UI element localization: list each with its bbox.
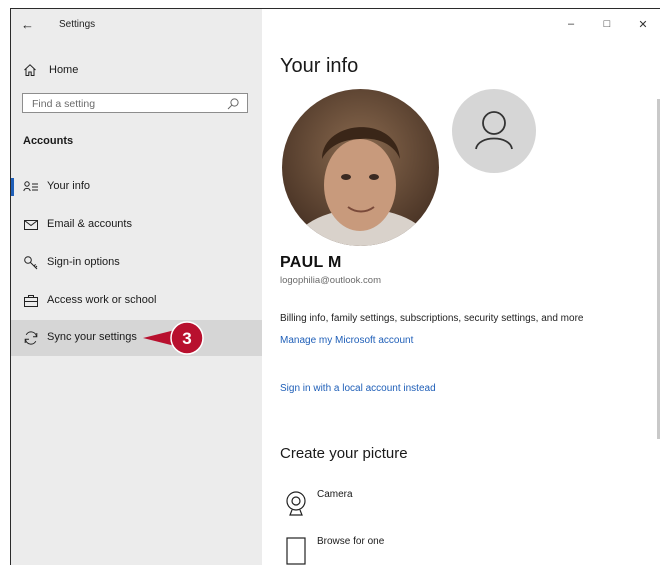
search-placeholder: Find a setting [32,98,96,110]
sidebar-item-label: Your info [47,180,91,192]
user-email: logophilia@outlook.com [280,275,382,286]
envelope-icon [24,220,38,230]
search-input[interactable]: Find a setting [22,93,248,113]
minimize-button[interactable]: – [564,18,578,30]
sidebar-item-access-work-school[interactable]: Access work or school [11,283,262,319]
section-title: Accounts [23,135,74,147]
home-icon [24,64,36,76]
maximize-button[interactable]: □ [600,18,614,30]
create-picture-title: Create your picture [280,445,408,462]
sidebar-item-sync-settings[interactable]: Sync your settings [11,320,262,356]
sidebar-item-label: Sign-in options [47,256,120,268]
sidebar-item-sign-in-options[interactable]: Sign-in options [11,245,262,281]
default-avatar [452,89,536,173]
scrollbar[interactable] [657,99,660,439]
main-panel: – □ ✕ Your info PAUL M logophilia@outloo… [262,9,660,565]
profile-photo [282,89,439,246]
home-label: Home [49,64,79,76]
local-account-link[interactable]: Sign in with a local account instead [280,383,436,394]
search-icon [227,98,239,110]
sidebar-item-label: Access work or school [47,294,157,306]
person-icon [475,111,513,150]
profile-photo-image [282,89,439,246]
camera-icon [286,491,306,516]
sidebar-item-home[interactable]: Home [23,61,78,79]
back-button[interactable]: ← [21,17,34,32]
close-button[interactable]: ✕ [636,18,650,31]
browse-icon [286,537,306,565]
billing-description: Billing info, family settings, subscript… [280,313,584,324]
callout-number: 3 [182,329,191,348]
sidebar: ← Settings Home Find a setting Accounts [11,9,262,565]
window-title: Settings [59,19,96,30]
sidebar-item-email-accounts[interactable]: Email & accounts [11,207,262,243]
camera-label: Camera [317,489,353,500]
user-name: PAUL M [280,254,342,271]
browse-label: Browse for one [317,536,385,547]
page-title: Your info [280,55,359,77]
briefcase-icon [24,295,38,307]
sync-icon [24,331,38,345]
key-icon [24,256,38,270]
manage-account-link[interactable]: Manage my Microsoft account [280,335,413,346]
step-callout-marker: 3 [143,321,204,355]
sidebar-item-your-info[interactable]: Your info [11,169,262,205]
settings-window: ← Settings Home Find a setting Accounts [10,8,660,565]
sidebar-item-label: Sync your settings [47,331,137,343]
sidebar-item-label: Email & accounts [47,218,132,230]
person-list-icon [23,181,38,192]
